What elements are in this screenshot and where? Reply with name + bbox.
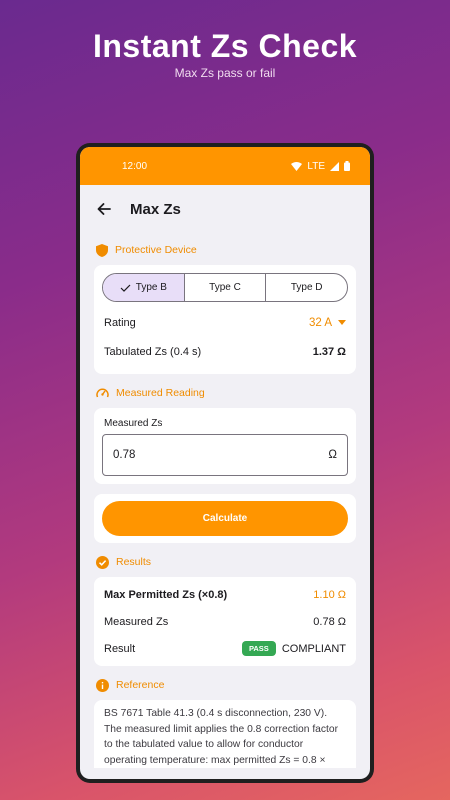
protective-device-header: Protective Device xyxy=(80,239,370,261)
measured-reading-label: Measured Reading xyxy=(116,387,205,399)
max-permitted-value: 1.10 Ω xyxy=(313,588,346,601)
measured-zs-row: Measured Zs 0.78 Ω xyxy=(102,608,348,635)
status-bar: 12:00 LTE xyxy=(80,147,370,185)
measured-zs-input-value: 0.78 xyxy=(113,449,136,461)
reference-text: BS 7671 Table 41.3 (0.4 s disconnection,… xyxy=(104,708,339,766)
info-icon xyxy=(96,678,109,692)
measured-zs-value: 0.78 Ω xyxy=(313,615,346,628)
protective-device-card: Type B Type C Type D Rating 32 A Tabulat… xyxy=(94,265,356,374)
device-type-selector: Type B Type C Type D xyxy=(102,273,348,302)
measured-zs-label: Measured Zs xyxy=(104,615,169,628)
segment-label: Type C xyxy=(209,282,241,293)
result-label: Result xyxy=(104,642,136,655)
calculate-card: Calculate xyxy=(94,494,356,543)
battery-icon xyxy=(344,161,350,171)
rating-row: Rating 32 A xyxy=(102,308,348,337)
app-bar: Max Zs xyxy=(80,185,370,233)
status-icons: LTE xyxy=(291,161,350,172)
ohm-unit: Ω xyxy=(328,449,337,461)
tabulated-zs-label: Tabulated Zs (0.4 s) xyxy=(104,345,202,358)
tabulated-zs-value: 1.37 Ω xyxy=(312,345,346,358)
segment-type-c[interactable]: Type C xyxy=(185,274,267,301)
tabulated-zs-row: Tabulated Zs (0.4 s) 1.37 Ω xyxy=(102,337,348,366)
signal-icon xyxy=(330,161,339,171)
segment-type-b[interactable]: Type B xyxy=(103,274,185,301)
rating-dropdown[interactable]: 32 A xyxy=(309,317,346,329)
measured-reading-card: Measured Zs 0.78 Ω xyxy=(94,408,356,484)
measured-zs-input[interactable]: 0.78 Ω xyxy=(102,434,348,476)
rating-label: Rating xyxy=(104,316,136,329)
reference-label: Reference xyxy=(116,679,165,691)
pass-badge: PASS xyxy=(241,641,276,656)
measured-reading-header: Measured Reading xyxy=(80,382,370,404)
network-label: LTE xyxy=(307,160,325,172)
calculate-button[interactable]: Calculate xyxy=(102,501,348,536)
protective-device-label: Protective Device xyxy=(115,244,197,256)
status-time: 12:00 xyxy=(122,160,148,172)
segment-type-d[interactable]: Type D xyxy=(266,274,347,301)
results-header: Results xyxy=(80,551,370,573)
reference-header: Reference xyxy=(80,674,370,696)
gauge-icon xyxy=(96,388,109,398)
rating-value: 32 A xyxy=(308,316,332,329)
promo-subtitle: Max Zs pass or fail xyxy=(174,66,276,80)
app-screen: 12:00 LTE Max Zs Protective Device Type xyxy=(80,147,370,779)
max-permitted-row: Max Permitted Zs (×0.8) 1.10 Ω xyxy=(102,581,348,608)
compliance-status: COMPLIANT xyxy=(281,642,346,655)
results-card: Max Permitted Zs (×0.8) 1.10 Ω Measured … xyxy=(94,577,356,666)
phone-frame: 12:00 LTE Max Zs Protective Device Type xyxy=(76,143,374,783)
check-icon xyxy=(120,284,131,292)
page-title: Max Zs xyxy=(130,200,181,218)
wifi-icon xyxy=(291,161,303,171)
back-arrow-icon[interactable] xyxy=(94,199,114,219)
segment-label: Type B xyxy=(135,282,167,293)
check-circle-icon xyxy=(96,555,109,569)
results-label: Results xyxy=(116,556,152,568)
max-permitted-label: Max Permitted Zs (×0.8) xyxy=(104,588,228,601)
measured-zs-field-label: Measured Zs xyxy=(104,418,163,429)
reference-card: BS 7671 Table 41.3 (0.4 s disconnection,… xyxy=(94,700,356,768)
shield-icon xyxy=(96,243,108,257)
promo-title: Instant Zs Check xyxy=(92,28,358,64)
segment-label: Type D xyxy=(290,282,323,293)
dropdown-arrow-icon xyxy=(338,320,346,325)
result-row: Result PASS COMPLIANT xyxy=(102,635,348,662)
